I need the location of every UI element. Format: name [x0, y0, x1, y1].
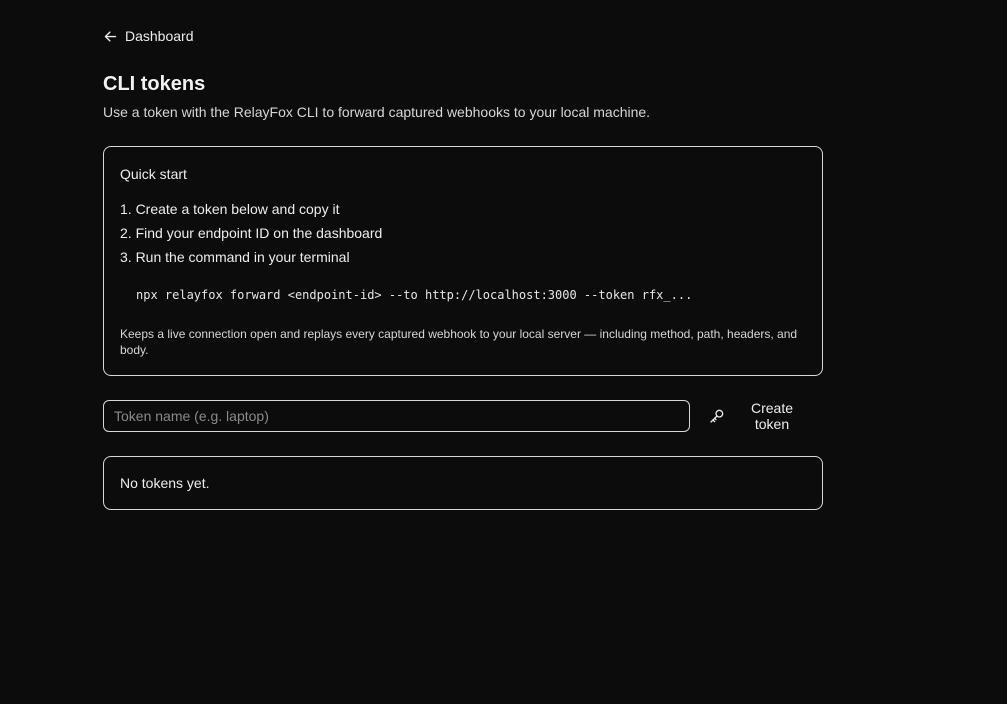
quick-start-step: 2. Find your endpoint ID on the dashboar…	[120, 225, 383, 241]
quick-start-step: 3. Run the command in your terminal	[120, 249, 350, 265]
back-link-label: Dashboard	[125, 28, 194, 44]
quick-start-card: Quick start 1. Create a token below and …	[103, 146, 823, 376]
page-title: CLI tokens	[103, 73, 206, 95]
cli-tokens-page: Dashboard CLI tokens Use a token with th…	[0, 0, 1007, 704]
empty-tokens-message: No tokens yet.	[120, 475, 210, 491]
quick-start-title: Quick start	[120, 166, 187, 182]
page-subtitle: Use a token with the RelayFox CLI to for…	[103, 104, 651, 120]
tokens-list: No tokens yet.	[103, 456, 823, 510]
create-token-button[interactable]: Create token	[698, 400, 823, 432]
create-token-form: Create token	[103, 400, 823, 432]
back-to-dashboard-link[interactable]: Dashboard	[103, 26, 194, 46]
arrow-left-icon	[103, 29, 118, 44]
quick-start-step: 1. Create a token below and copy it	[120, 201, 340, 217]
key-icon	[709, 408, 725, 424]
create-token-label: Create token	[750, 400, 794, 432]
cli-command[interactable]: npx relayfox forward <endpoint-id> --to …	[136, 287, 806, 303]
quick-start-steps: 1. Create a token below and copy it 2. F…	[120, 197, 806, 269]
token-name-input[interactable]	[103, 400, 691, 432]
quick-start-note: Keeps a live connection open and replays…	[120, 327, 798, 357]
